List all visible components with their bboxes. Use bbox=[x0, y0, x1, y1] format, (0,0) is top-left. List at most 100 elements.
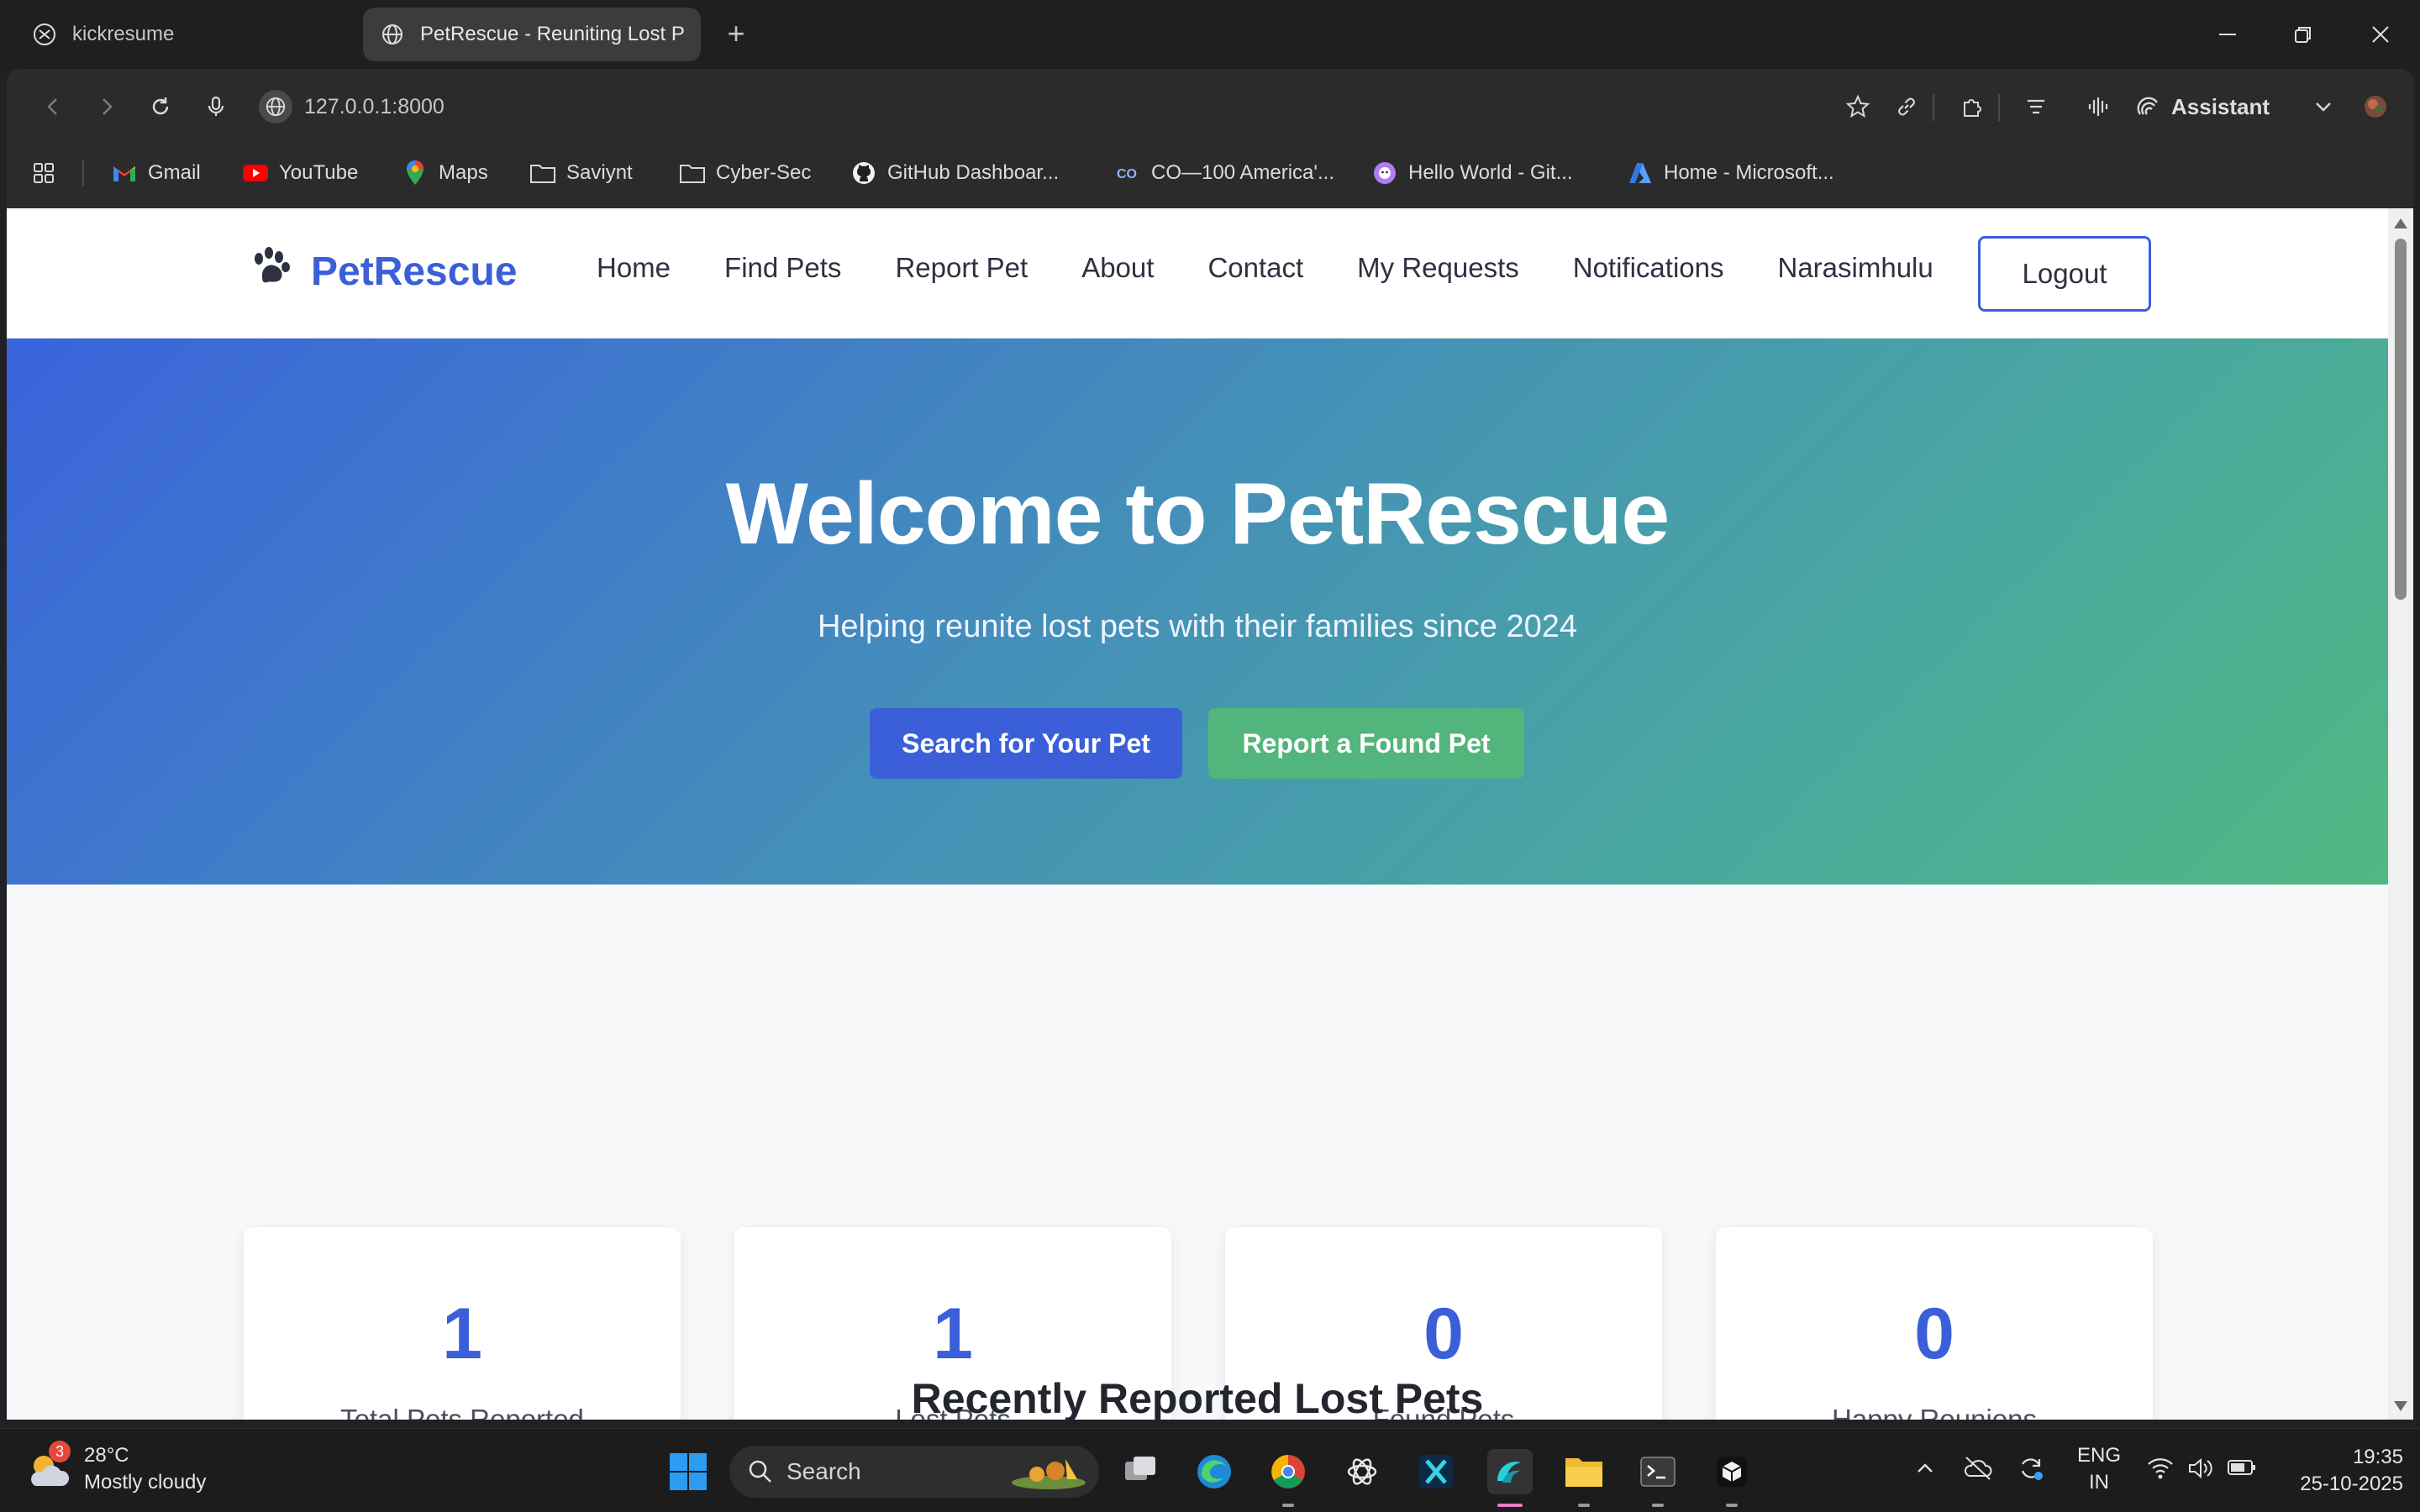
bookmark-label: GitHub Dashboar... bbox=[887, 161, 1060, 184]
copy-link-button[interactable] bbox=[1887, 87, 1926, 126]
stat-value: 1 bbox=[933, 1294, 973, 1374]
nav-contact[interactable]: Contact bbox=[1207, 252, 1303, 284]
paw-icon bbox=[250, 247, 292, 296]
assistant-label: Assistant bbox=[2171, 93, 2270, 119]
volume-control[interactable] bbox=[2186, 1456, 2215, 1487]
app-button[interactable] bbox=[1413, 1449, 1459, 1494]
assistant-button[interactable]: Assistant bbox=[2136, 87, 2270, 126]
bookmark-maps[interactable]: Maps bbox=[402, 155, 488, 192]
voice-search-button[interactable] bbox=[197, 87, 235, 126]
network-status[interactable] bbox=[2146, 1456, 2175, 1487]
bookmark-label: Saviynt bbox=[566, 161, 633, 184]
waveform-icon bbox=[2088, 97, 2108, 116]
site-info-icon[interactable] bbox=[259, 90, 292, 123]
file-explorer-button[interactable] bbox=[1561, 1449, 1607, 1494]
tab-kickresume[interactable]: kickresume bbox=[15, 8, 351, 61]
tab-title: kickresume bbox=[72, 23, 175, 45]
cloudy-weather-icon: 3 bbox=[24, 1441, 74, 1494]
bookmark-label: CO—100 America'... bbox=[1151, 161, 1334, 184]
menu-dropdown-button[interactable] bbox=[2304, 87, 2343, 126]
forward-arrow-icon bbox=[103, 98, 113, 115]
bookmark-co100[interactable]: CO CO—100 America'... bbox=[1114, 155, 1334, 192]
show-hidden-icons-button[interactable] bbox=[1914, 1457, 1936, 1485]
github-icon bbox=[850, 160, 877, 186]
logout-button[interactable]: Logout bbox=[1978, 236, 2151, 312]
language-indicator[interactable]: ENG IN bbox=[2077, 1442, 2121, 1496]
apps-button[interactable] bbox=[32, 155, 55, 192]
search-pet-button[interactable]: Search for Your Pet bbox=[870, 708, 1182, 779]
link-icon bbox=[1898, 97, 1915, 116]
start-button[interactable] bbox=[666, 1449, 711, 1494]
github-octocat-icon bbox=[1371, 160, 1398, 186]
bookmark-hello-world[interactable]: Hello World - Git... bbox=[1371, 155, 1573, 192]
report-found-pet-button[interactable]: Report a Found Pet bbox=[1208, 708, 1524, 779]
gmail-icon bbox=[111, 160, 138, 186]
wave-app-icon bbox=[1497, 1462, 1521, 1483]
minimize-button[interactable] bbox=[2207, 15, 2249, 54]
reading-list-button[interactable] bbox=[2017, 87, 2055, 126]
nav-about[interactable]: About bbox=[1081, 252, 1154, 284]
battery-status[interactable] bbox=[2227, 1457, 2257, 1483]
terminal-button[interactable] bbox=[1635, 1449, 1681, 1494]
address-bar[interactable]: 127.0.0.1:8000 bbox=[259, 86, 1855, 128]
nav-find-pets[interactable]: Find Pets bbox=[724, 252, 841, 284]
nav-user-profile[interactable]: Narasimhulu bbox=[1778, 252, 1933, 284]
profile-avatar-icon bbox=[2365, 96, 2386, 118]
clock-time: 19:35 bbox=[2352, 1446, 2403, 1468]
chatgpt-button[interactable] bbox=[1339, 1449, 1385, 1494]
search-highlight-icon bbox=[1012, 1459, 1086, 1489]
nav-notifications[interactable]: Notifications bbox=[1573, 252, 1724, 284]
bookmark-star-button[interactable] bbox=[1839, 87, 1877, 126]
microphone-icon bbox=[208, 96, 224, 116]
taskbar-search[interactable]: Search bbox=[729, 1446, 1099, 1498]
edge-button[interactable] bbox=[1192, 1449, 1237, 1494]
page-scrollbar[interactable] bbox=[2388, 208, 2413, 1420]
bookmark-github[interactable]: GitHub Dashboar... bbox=[850, 155, 1059, 192]
windows-taskbar: 3 28°C Mostly cloudy Search ENG IN 19:35… bbox=[0, 1428, 2420, 1512]
scroll-down-arrow-icon[interactable] bbox=[2394, 1401, 2407, 1411]
chrome-button[interactable] bbox=[1265, 1449, 1311, 1494]
profile-button[interactable] bbox=[2356, 87, 2395, 126]
nav-home[interactable]: Home bbox=[597, 252, 671, 284]
scroll-thumb[interactable] bbox=[2395, 239, 2407, 600]
restore-button[interactable] bbox=[2282, 15, 2324, 54]
task-view-button[interactable] bbox=[1118, 1449, 1163, 1494]
app-cube-button[interactable] bbox=[1709, 1449, 1754, 1494]
bookmark-label: Gmail bbox=[148, 161, 201, 184]
windsurf-button[interactable] bbox=[1487, 1449, 1533, 1494]
weather-widget[interactable]: 3 28°C Mostly cloudy bbox=[24, 1441, 206, 1496]
active-app-indicator bbox=[1497, 1504, 1523, 1507]
onedrive-status[interactable] bbox=[1963, 1454, 1993, 1487]
task-view-icon bbox=[1125, 1457, 1155, 1480]
bookmark-saviynt[interactable]: Saviynt bbox=[529, 155, 633, 192]
apps-grid-icon bbox=[34, 163, 54, 183]
sync-status[interactable] bbox=[2017, 1454, 2045, 1488]
audio-button[interactable] bbox=[2079, 87, 2118, 126]
sync-icon bbox=[2021, 1458, 2043, 1480]
bookmark-cyber-sec[interactable]: Cyber-Sec bbox=[679, 155, 811, 192]
bookmark-youtube[interactable]: YouTube bbox=[242, 155, 358, 192]
nav-report-pet[interactable]: Report Pet bbox=[895, 252, 1028, 284]
nav-my-requests[interactable]: My Requests bbox=[1357, 252, 1519, 284]
back-button[interactable] bbox=[34, 87, 72, 126]
close-window-button[interactable] bbox=[2360, 15, 2402, 54]
new-tab-button[interactable]: + bbox=[721, 18, 751, 49]
forward-button[interactable] bbox=[87, 87, 126, 126]
reload-button[interactable] bbox=[141, 87, 180, 126]
bookmarks-bar: Gmail YouTube Maps Saviynt Cyber-Sec Git… bbox=[7, 146, 2413, 200]
recent-lost-pets-heading: Recently Reported Lost Pets bbox=[911, 1375, 1484, 1420]
scroll-up-arrow-icon[interactable] bbox=[2394, 218, 2407, 228]
url-text[interactable]: 127.0.0.1:8000 bbox=[304, 95, 445, 119]
bookmark-gmail[interactable]: Gmail bbox=[111, 155, 201, 192]
search-label: Search bbox=[786, 1458, 861, 1484]
tab-petrescue[interactable]: PetRescue - Reuniting Lost Pe bbox=[363, 8, 701, 61]
back-arrow-icon bbox=[47, 98, 57, 115]
tab-title: PetRescue - Reuniting Lost Pe bbox=[420, 23, 684, 45]
folder-icon bbox=[679, 160, 706, 186]
chevron-down-icon bbox=[2316, 102, 2331, 112]
clock-date: 25-10-2025 bbox=[2300, 1473, 2403, 1495]
bookmark-microsoft-home[interactable]: Home - Microsoft... bbox=[1627, 155, 1834, 192]
site-logo[interactable]: PetRescue bbox=[250, 247, 517, 296]
extensions-button[interactable] bbox=[1953, 87, 1991, 126]
system-clock[interactable]: 19:35 25-10-2025 bbox=[2269, 1444, 2403, 1498]
